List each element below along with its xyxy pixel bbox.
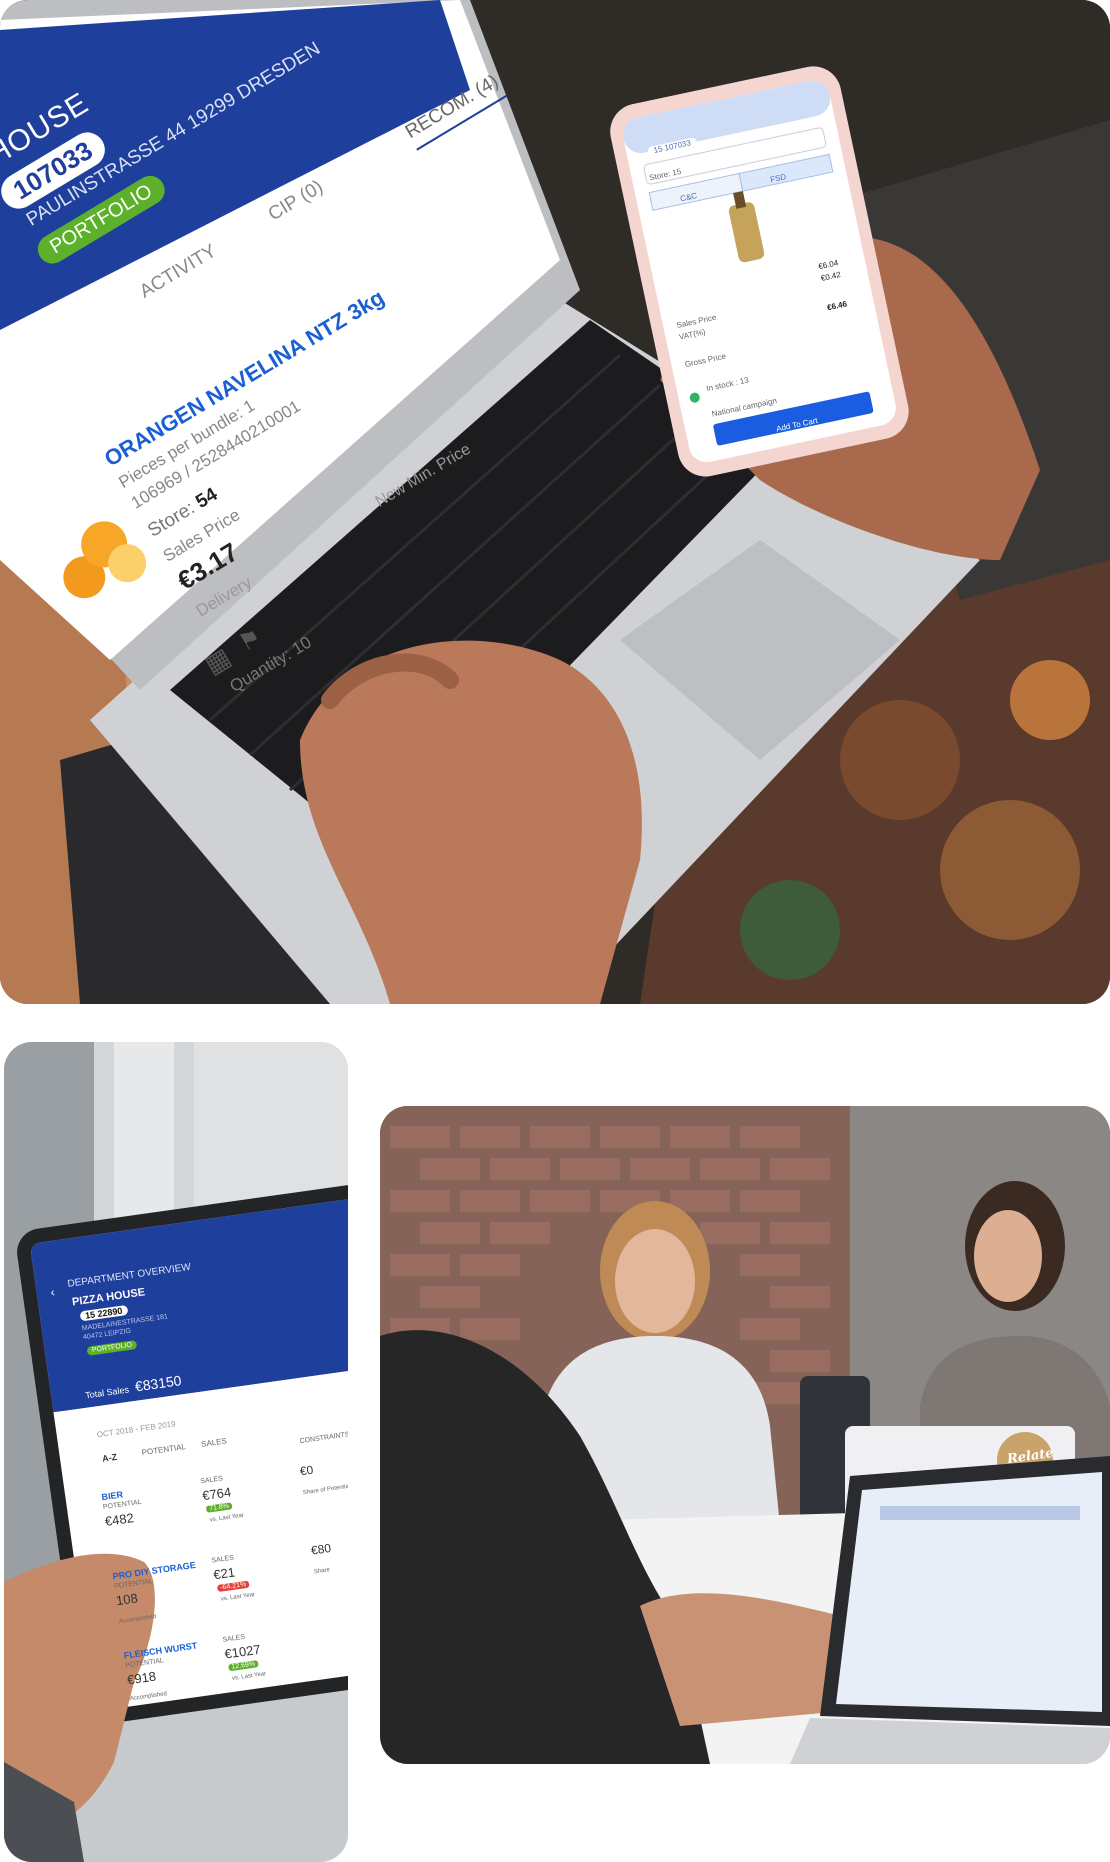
row-badge: 12.69% — [228, 1660, 259, 1672]
row-badge: -64.21% — [216, 1580, 250, 1593]
period-select[interactable]: OCT 2018 - FEB 2019 — [96, 1419, 176, 1439]
phone-toggle-fsd[interactable]: FSD — [769, 172, 787, 184]
new-min-price-label: New Min. Price — [372, 440, 474, 511]
total-sales-value: €83150 — [133, 1372, 183, 1395]
total-sales-label: Total Sales — [84, 1384, 130, 1401]
meeting-scene — [380, 1106, 1110, 1764]
row-name: BIER — [100, 1489, 124, 1503]
phone-add-to-cart-button[interactable]: Add To Cart — [775, 416, 818, 434]
row-sales-label: SALES — [199, 1475, 224, 1486]
phone-gross-price-label: Gross Price — [684, 351, 727, 370]
total-sales: Total Sales €83150 — [84, 1372, 183, 1401]
row-badge: 71.8% — [205, 1502, 233, 1513]
row-accomplished: Accomplished — [129, 1691, 168, 1703]
tablet-store-name: PIZZA HOUSE — [71, 1286, 146, 1309]
row-vs: vs. Last Year — [231, 1671, 267, 1682]
row-name: PRO DIY STORAGE — [112, 1559, 197, 1582]
laptop-phone-photo: HOUSE 107033 PAULINSTRASSE 44 19299 DRES… — [0, 0, 1110, 1004]
row-potential: 108 — [115, 1590, 139, 1609]
row-share: Share — [313, 1567, 331, 1576]
tab-recom[interactable]: RECOM. (4) — [401, 71, 507, 151]
store-value: 54 — [192, 483, 222, 513]
phone-sales-price-label: Sales Price — [675, 312, 718, 331]
flag-icon[interactable]: ⚑ — [234, 622, 267, 658]
col-sales[interactable]: SALES — [201, 1436, 228, 1449]
row-constraint: €0 — [298, 1462, 315, 1479]
row-sales: €764 — [201, 1484, 233, 1504]
row-sales-label: SALES — [211, 1554, 235, 1565]
tab-cip[interactable]: CIP (0) — [265, 176, 328, 226]
back-chevron-icon[interactable]: ‹ — [50, 1285, 56, 1299]
phone-stock-text: In stock : 13 — [705, 375, 750, 394]
tablet-portfolio-badge[interactable]: PORTFOLIO — [86, 1339, 138, 1356]
phone-price-vat: €0.42 — [820, 269, 842, 283]
row-vs: vs. Last Year — [220, 1591, 256, 1603]
tablet-photo: ‹ DEPARTMENT OVERVIEW PIZZA HOUSE 15 228… — [4, 1042, 348, 1862]
row-potential: €918 — [126, 1668, 157, 1688]
phone-campaign-text: National campaign — [710, 396, 778, 419]
row-sales-label: SALES — [222, 1633, 246, 1644]
meeting-photo: Relate — [380, 1106, 1110, 1764]
tab-activity[interactable]: ACTIVITY — [136, 240, 221, 303]
phone-price-main: €6.04 — [817, 258, 840, 272]
row-potential: €482 — [103, 1510, 135, 1529]
row-sales: €1027 — [223, 1641, 262, 1662]
phone-store-select[interactable]: Store: 15 — [648, 167, 682, 183]
col-potential[interactable]: POTENTIAL — [141, 1442, 186, 1457]
row-accomplished: Accomplished — [118, 1613, 157, 1626]
phone-toggle-cc[interactable]: C&C — [679, 191, 697, 203]
row-vs: vs. Last Year — [209, 1512, 245, 1524]
sort-az[interactable]: A-Z — [102, 1452, 118, 1464]
row-share: Share of Potential — [302, 1483, 348, 1497]
row-constraint: €80 — [310, 1540, 332, 1558]
tablet-title: DEPARTMENT OVERVIEW — [66, 1261, 192, 1290]
phone-vat-label: VAT(%) — [678, 327, 707, 342]
col-constraints: CONSTRAINTS — [299, 1431, 348, 1446]
phone-gross-price-value: €6.46 — [826, 299, 848, 313]
row-sales: €21 — [212, 1564, 237, 1583]
